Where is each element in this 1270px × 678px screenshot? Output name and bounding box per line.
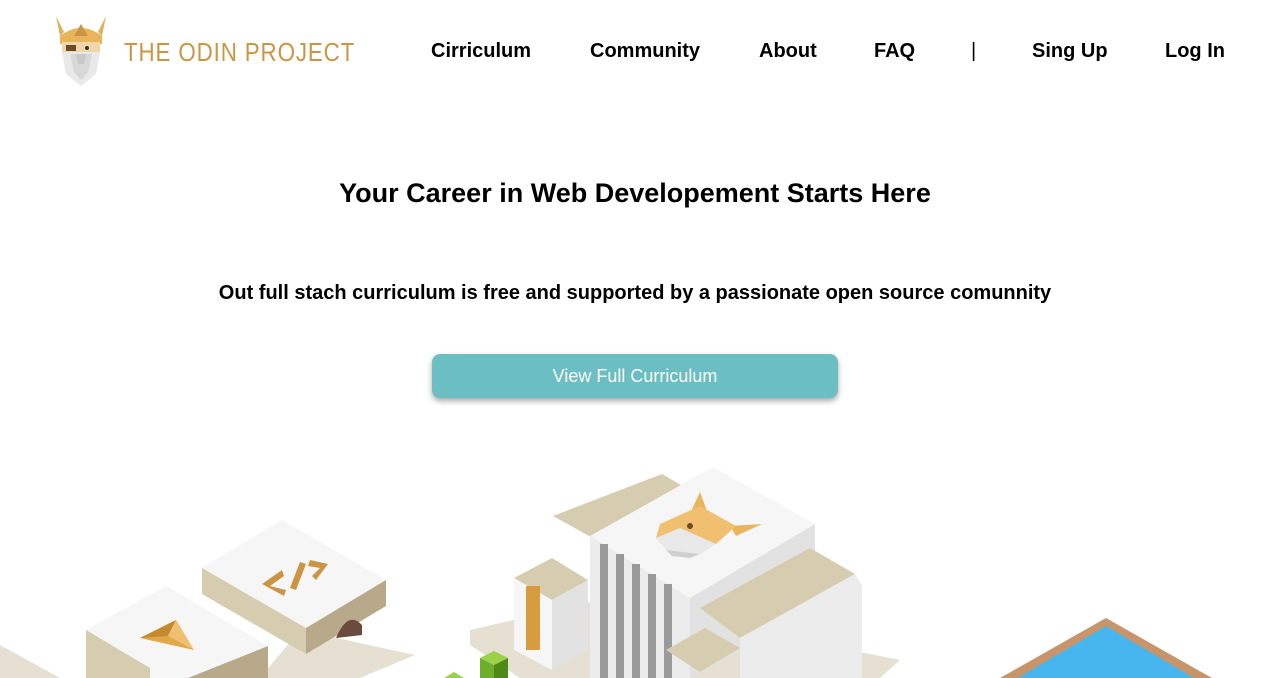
- site-header: THE ODIN PROJECT Cirriculum Community Ab…: [0, 0, 1270, 100]
- nav-link-community[interactable]: Community: [590, 38, 700, 64]
- nav-link-about[interactable]: About: [759, 38, 817, 64]
- main-nav: Cirriculum Community About FAQ | Sing Up…: [0, 38, 1270, 66]
- nav-link-log-in[interactable]: Log In: [1165, 38, 1225, 64]
- nav-link-faq[interactable]: FAQ: [874, 38, 915, 64]
- nav-link-sign-up[interactable]: Sing Up: [1032, 38, 1108, 64]
- nav-link-curriculum[interactable]: Cirriculum: [431, 38, 531, 64]
- hero-title: Your Career in Web Developement Starts H…: [339, 178, 931, 208]
- landing-page: THE ODIN PROJECT Cirriculum Community Ab…: [0, 0, 1270, 678]
- view-curriculum-button[interactable]: View Full Curriculum: [432, 354, 838, 398]
- hero-subtitle: Out full stach curriculum is free and su…: [218, 282, 1052, 304]
- nav-separator: |: [971, 40, 977, 62]
- pool-icon: [1000, 618, 1212, 678]
- green-cube-icon: [444, 651, 508, 678]
- temple-building: [514, 467, 862, 678]
- hero-illustration: [0, 467, 1212, 678]
